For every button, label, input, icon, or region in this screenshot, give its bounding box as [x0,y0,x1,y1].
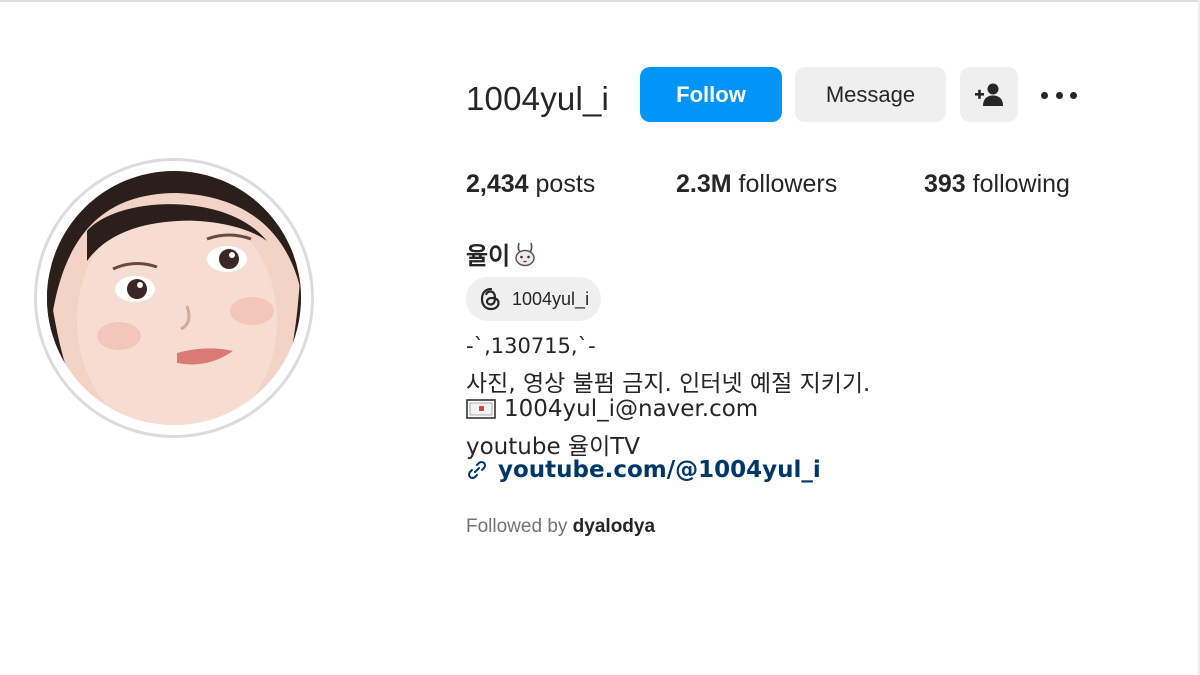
link-icon [467,460,487,480]
profile-username: 1004yul_i [466,80,610,117]
message-button[interactable]: Message [795,67,946,122]
threads-badge[interactable]: 1004yul_i [466,277,602,321]
followers-stat[interactable]: 2.3M followers [676,170,837,199]
followers-count: 2.3M [676,170,732,198]
top-divider [0,0,1200,2]
more-options-icon-dot [1055,91,1063,99]
full-name-text: 율이 [466,242,511,270]
following-count: 393 [924,170,966,198]
profile-full-name: 율이 [466,236,538,271]
more-options-icon-dot [1070,91,1077,99]
profile-page: 1004yul_i Follow Message 2,434 posts 2.3… [0,0,1200,675]
threads-handle: 1004yul_i [512,288,590,309]
suggest-accounts-button[interactable] [960,67,1018,122]
external-link-text: youtube.com/@1004yul_i [498,457,821,483]
followed-by: Followed by dyalodya [466,516,655,538]
followed-by-user[interactable]: dyalodya [573,516,655,537]
profile-photo [47,171,301,425]
more-options-button[interactable] [1036,78,1082,112]
bio-line-2: 사진, 영상 불펌 금지. 인터넷 예절 지키기. [466,371,871,397]
following-stat[interactable]: 393 following [924,170,1070,199]
posts-label: posts [535,170,596,198]
profile-external-link[interactable]: youtube.com/@1004yul_i [466,457,821,483]
threads-icon [480,287,500,311]
more-options-icon [1041,91,1048,99]
bio-email-line: 1004yul_i@naver.com [466,396,758,422]
bunny-icon [515,242,535,266]
following-label: following [972,170,1070,198]
add-person-icon [975,83,1003,106]
avatar-ring[interactable] [34,158,314,438]
posts-stat: 2,434 posts [466,170,595,199]
avatar[interactable] [47,171,301,425]
bio-email: 1004yul_i@naver.com [504,396,759,422]
bio-line-1: -`,130715,`- [466,334,596,358]
followed-by-prefix: Followed by [466,516,568,537]
mail-icon [466,399,496,419]
posts-count: 2,434 [466,170,529,198]
follow-button[interactable]: Follow [640,67,782,122]
bio-line-4: youtube 율이TV [466,434,641,460]
followers-label: followers [738,170,838,198]
